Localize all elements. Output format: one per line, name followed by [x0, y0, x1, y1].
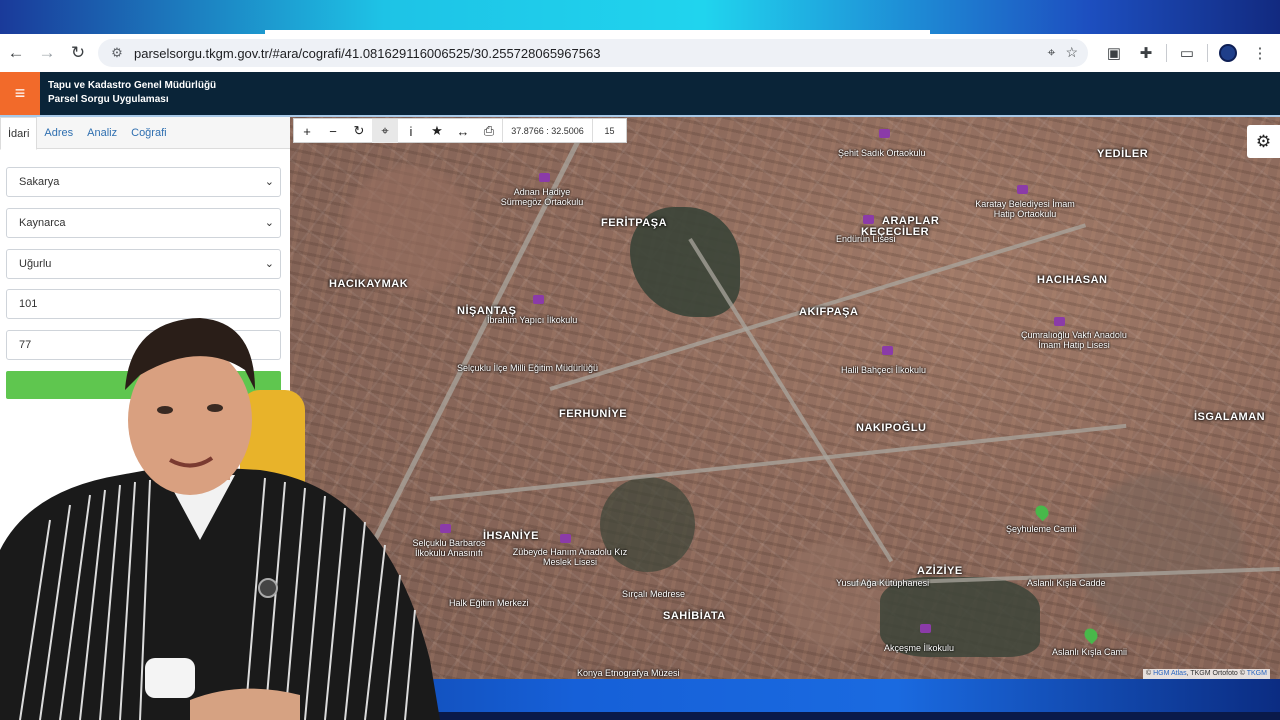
school-icon	[920, 624, 931, 633]
school-icon	[882, 346, 893, 355]
district-label: NAKIPOĞLU	[856, 422, 927, 434]
back-icon[interactable]: ←	[1, 38, 31, 68]
poi-label: Konya Etnografya Müzesi	[577, 668, 680, 678]
screenshot-icon[interactable]: ▣	[1098, 40, 1130, 66]
district-label: İSGALAMAN	[1194, 411, 1266, 423]
poi-label: Halil Bahçeci İlkokulu	[841, 365, 927, 375]
favorite-star-icon[interactable]: ★	[424, 119, 450, 143]
extensions-icon[interactable]: ✚	[1130, 40, 1162, 66]
poi-label: Endürün Lisesi	[836, 234, 896, 244]
attribution-mid: , TKGM Ortofoto ©	[1186, 670, 1245, 677]
location-icon[interactable]: ⌖	[1048, 44, 1056, 61]
attribution-tkgm-link[interactable]: TKGM	[1247, 670, 1267, 677]
school-icon	[1054, 317, 1065, 326]
address-bar[interactable]: ⚙ parselsorgu.tkgm.gov.tr/#ara/cografi/4…	[98, 39, 1088, 67]
chevron-down-icon: ⌄	[264, 217, 274, 229]
poi-label: Karatay Belediyesi İmam Hatip Ortaokulu	[975, 199, 1075, 219]
mahalle-select-value: Uğurlu	[19, 258, 52, 270]
district-label: AZİZİYE	[917, 565, 963, 577]
tab-idari[interactable]: İdari	[0, 117, 38, 150]
poi-label: Zübeyde Hanım Anadolu Kız Meslek Lisesi	[512, 547, 628, 567]
mosque-marker-icon	[1081, 625, 1101, 645]
school-icon	[440, 524, 451, 533]
separator	[1166, 44, 1167, 62]
video-frame-top	[0, 0, 1280, 34]
poi-label: Adnan Hadiye Sürmegöz Ortaokulu	[500, 187, 584, 207]
chevron-down-icon: ⌄	[264, 176, 274, 188]
browser-toolbar: ← → ↻ ⚙ parselsorgu.tkgm.gov.tr/#ara/cog…	[0, 34, 1280, 72]
district-label: YEDİLER	[1097, 148, 1149, 160]
district-label: AKIFPAŞA	[799, 306, 859, 318]
poi-label: Akçeşme İlkokulu	[884, 643, 955, 653]
school-icon	[533, 295, 544, 304]
tab-adres[interactable]: Adres	[37, 117, 80, 148]
locate-icon[interactable]: ⌖	[372, 119, 398, 143]
attribution-hgm-link[interactable]: HGM Atlas	[1153, 670, 1186, 677]
app-title-line2: Parsel Sorgu Uygulaması	[48, 94, 169, 105]
mosque-marker-icon	[1032, 502, 1052, 522]
profile-avatar[interactable]	[1212, 40, 1244, 66]
district-label: FERHUNİYE	[559, 408, 628, 420]
settings-gear-icon[interactable]: ⚙	[1247, 125, 1280, 158]
measure-icon[interactable]: ↔	[450, 119, 476, 143]
kebab-menu-icon[interactable]: ⋮	[1244, 40, 1276, 66]
zoom-out-icon[interactable]: −	[320, 119, 346, 143]
school-icon	[863, 215, 874, 224]
mahalle-select[interactable]: Uğurlu ⌄	[6, 249, 281, 279]
district-label: FERİTPAŞA	[601, 217, 668, 229]
attribution-prefix: ©	[1146, 670, 1152, 677]
app-title-line1: Tapu ve Kadastro Genel Müdürlüğü	[48, 80, 217, 91]
bookmark-star-icon[interactable]: ☆	[1065, 44, 1078, 61]
coordinate-readout: 37.8766 : 32.5006	[502, 119, 592, 143]
app-title: Tapu ve Kadastro Genel Müdürlüğü Parsel …	[48, 79, 216, 107]
reload-icon[interactable]: ↻	[63, 38, 93, 68]
print-icon[interactable]: ⎙	[476, 119, 502, 143]
url-text: parselsorgu.tkgm.gov.tr/#ara/cografi/41.…	[134, 45, 601, 61]
map-toolbar: + − ↻ ⌖ i ★ ↔ ⎙ 37.8766 : 32.5006 15	[293, 118, 627, 143]
tab-analiz[interactable]: Analiz	[80, 117, 124, 148]
poi-label: Aslanlı Kışla Camii	[1052, 647, 1128, 657]
separator	[1207, 44, 1208, 62]
chevron-down-icon: ⌄	[264, 258, 274, 270]
ilce-select[interactable]: Kaynarca ⌄	[6, 208, 281, 238]
school-icon	[1017, 185, 1028, 194]
presenter-image	[0, 318, 440, 720]
district-label: SAHİBİATA	[663, 610, 726, 622]
tab-cografi[interactable]: Coğrafi	[124, 117, 173, 148]
zoom-in-icon[interactable]: +	[294, 119, 320, 143]
poi-label: İbrahim Yapıcı İlkokulu	[487, 315, 578, 325]
forward-icon[interactable]: →	[32, 38, 62, 68]
il-select[interactable]: Sakarya ⌄	[6, 167, 281, 197]
road	[429, 423, 1127, 501]
poi-label: Şehit Sadık Ortaokulu	[838, 148, 926, 158]
school-icon	[879, 129, 890, 138]
poi-label: Halk Eğitim Merkezi	[449, 598, 529, 608]
district-label: HACIKAYMAK	[329, 278, 409, 290]
refresh-icon[interactable]: ↻	[346, 119, 372, 143]
il-select-value: Sakarya	[19, 176, 60, 188]
app-header: ≡ Tapu ve Kadastro Genel Müdürlüğü Parse…	[0, 72, 1280, 115]
poi-label: Şeyhuleme Camii	[1006, 524, 1077, 534]
poi-label: Yusuf Ağa Kütüphanesi	[836, 578, 930, 588]
map-attribution: © HGM Atlas, TKGM Ortofoto © TKGM	[1143, 669, 1270, 679]
info-icon[interactable]: i	[398, 119, 424, 143]
poi-label: Çumralıoğlu Vakfı Anadolu İmam Hatip Lis…	[1021, 330, 1127, 350]
hamburger-menu-icon[interactable]: ≡	[0, 72, 40, 115]
query-tabs: İdari Adres Analiz Coğrafi	[0, 117, 290, 150]
school-icon	[539, 173, 550, 182]
school-icon	[560, 534, 571, 543]
zoom-level: 15	[592, 119, 626, 143]
site-info-icon[interactable]: ⚙	[106, 45, 128, 61]
district-label: HACIHASAN	[1037, 274, 1108, 286]
road	[688, 237, 894, 563]
cast-icon[interactable]: ▭	[1171, 40, 1203, 66]
poi-label: Sırçalı Medrese	[622, 589, 686, 599]
poi-label: Selçuklu İlçe Milli Eğitim Müdürlüğü	[457, 363, 599, 373]
poi-label: Aslanlı Kışla Cadde	[1027, 578, 1106, 588]
ilce-select-value: Kaynarca	[19, 217, 66, 229]
